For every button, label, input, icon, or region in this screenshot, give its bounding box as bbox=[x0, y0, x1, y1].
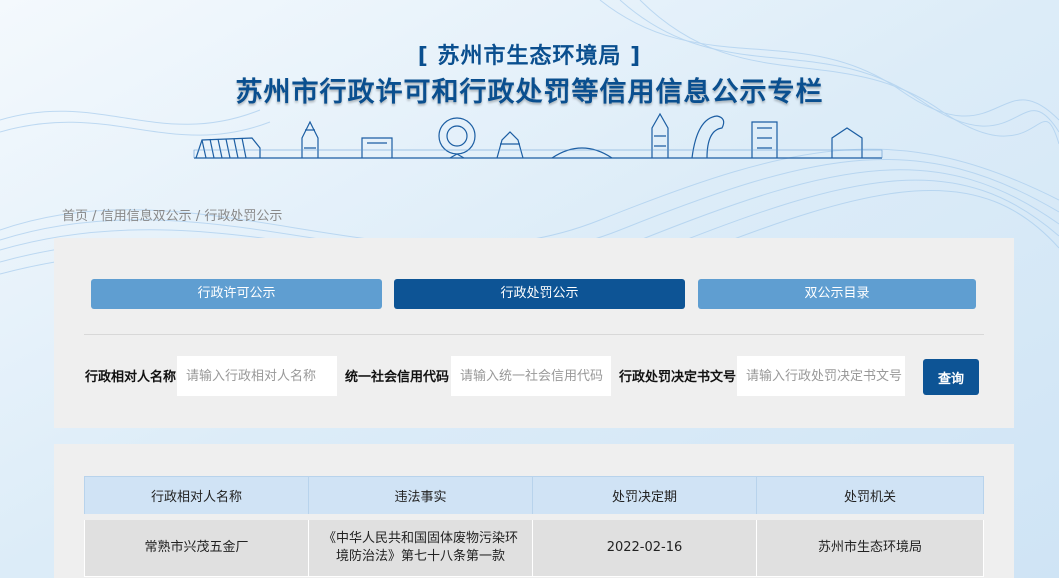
name-input[interactable] bbox=[177, 356, 337, 396]
table-header-row: 行政相对人名称 违法事实 处罚决定期 处罚机关 bbox=[84, 476, 984, 517]
table-cell: 《中华人民共和国固体废物污染环境防治法》第七十八条第一款 bbox=[308, 513, 533, 577]
city-skyline-illustration bbox=[193, 112, 883, 159]
credit-code-label: 统一社会信用代码 bbox=[345, 370, 450, 385]
page-title: 苏州市行政许可和行政处罚等信用信息公示专栏 bbox=[235, 77, 824, 108]
credit-code-input[interactable] bbox=[451, 356, 611, 396]
results-table: 行政相对人名称 违法事实 处罚决定期 处罚机关 常熟市兴茂五金厂 《中华人民共和… bbox=[84, 476, 984, 577]
results-panel: 行政相对人名称 违法事实 处罚决定期 处罚机关 常熟市兴茂五金厂 《中华人民共和… bbox=[54, 444, 1014, 578]
column-header: 处罚机关 bbox=[756, 476, 984, 517]
column-header: 行政相对人名称 bbox=[84, 476, 309, 517]
column-header: 处罚决定期 bbox=[532, 476, 757, 517]
tab-admin-penalty[interactable]: 行政处罚公示 bbox=[394, 279, 685, 309]
name-label: 行政相对人名称 bbox=[85, 370, 177, 385]
table-row[interactable]: 常熟市兴茂五金厂 《中华人民共和国固体废物污染环境防治法》第七十八条第一款 20… bbox=[84, 513, 984, 577]
search-panel: 行政许可公示 行政处罚公示 双公示目录 行政相对人名称 统一社会信用代码 行政处… bbox=[54, 238, 1014, 428]
column-header: 违法事实 bbox=[308, 476, 533, 517]
decision-number-label: 行政处罚决定书文号 bbox=[619, 370, 737, 385]
table-cell: 2022-02-16 bbox=[532, 513, 757, 577]
breadcrumb: 首页 / 信用信息双公示 / 行政处罚公示 bbox=[62, 205, 282, 224]
query-button[interactable]: 查询 bbox=[923, 359, 979, 395]
divider bbox=[84, 334, 984, 335]
breadcrumb-home[interactable]: 首页 bbox=[62, 209, 88, 224]
table-cell: 常熟市兴茂五金厂 bbox=[84, 513, 309, 577]
tab-dual-publicity-catalog[interactable]: 双公示目录 bbox=[698, 279, 976, 309]
tab-admin-permit[interactable]: 行政许可公示 bbox=[91, 279, 382, 309]
breadcrumb-level2[interactable]: 信用信息双公示 bbox=[101, 209, 192, 224]
breadcrumb-current: 行政处罚公示 bbox=[204, 209, 283, 224]
org-title: [ 苏州市生态环境局 ] bbox=[417, 44, 642, 69]
breadcrumb-separator: / bbox=[88, 209, 101, 224]
table-cell: 苏州市生态环境局 bbox=[756, 513, 984, 577]
page-header: [ 苏州市生态环境局 ] 苏州市行政许可和行政处罚等信用信息公示专栏 bbox=[0, 0, 1059, 200]
decision-number-input[interactable] bbox=[737, 356, 905, 396]
breadcrumb-separator: / bbox=[191, 209, 205, 224]
